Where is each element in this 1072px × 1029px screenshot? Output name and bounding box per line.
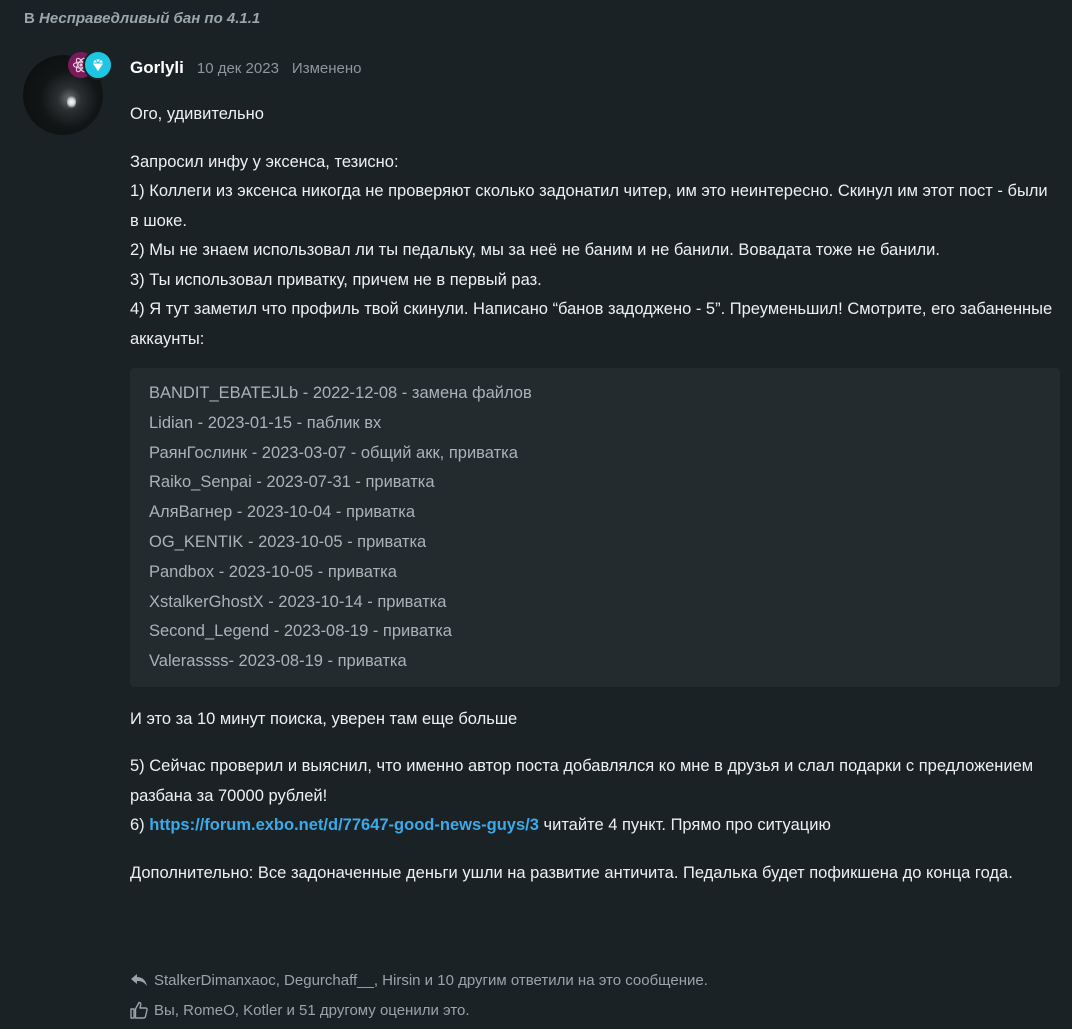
forum-link[interactable]: https://forum.exbo.net/d/77647-good-news… xyxy=(149,816,539,834)
post-body: Ого, удивительно Запросил инфу у эксенса… xyxy=(130,100,1060,888)
point-6-prefix: 6) xyxy=(130,816,145,835)
likes-text[interactable]: Вы, RomeO, Kotler и 51 другому оценили э… xyxy=(154,1002,470,1019)
point-5: 5) Сейчас проверил и выяснил, что именно… xyxy=(130,757,1034,805)
replies-text[interactable]: StalkerDimanxaoc, Degurchaff__, Hirsin и… xyxy=(154,972,708,989)
edited-label[interactable]: Изменено xyxy=(292,60,362,77)
likes-row[interactable]: Вы, RomeO, Kotler и 51 другому оценили э… xyxy=(130,995,708,1025)
point-6: 6) https://forum.exbo.net/d/77647-good-n… xyxy=(130,811,1060,841)
banned-account-line: Raiko_Senpai - 2023-07-31 - приватка xyxy=(149,473,435,492)
banned-account-line: Second_Legend - 2023-08-19 - приватка xyxy=(149,622,452,641)
post-footer: StalkerDimanxaoc, Degurchaff__, Hirsin и… xyxy=(130,965,708,1025)
banned-account-line: РаянГослинк - 2023-03-07 - общий акк, пр… xyxy=(149,443,518,462)
point-3: 3) Ты использовал приватку, причем не в … xyxy=(130,270,542,289)
banned-account-line: BANDIT_EBATEJLb - 2022-12-08 - замена фа… xyxy=(149,384,532,402)
banned-accounts-block: BANDIT_EBATEJLb - 2022-12-08 - замена фа… xyxy=(130,368,1060,687)
banned-account-line: Valerassss- 2023-08-19 - приватка xyxy=(149,652,407,671)
point-2: 2) Мы не знаем использовал ли ты педальк… xyxy=(130,241,940,259)
point-6-suffix: читайте 4 пункт. Прямо про ситуацию xyxy=(543,816,831,835)
diamond-badge-icon xyxy=(83,50,113,80)
replies-row[interactable]: StalkerDimanxaoc, Degurchaff__, Hirsin и… xyxy=(130,965,708,995)
thread-context: В Несправедливый бан по 4.1.1 xyxy=(24,10,260,27)
reply-icon xyxy=(131,974,147,986)
context-prefix: В xyxy=(24,10,35,27)
banned-account-line: OG_KENTIK - 2023-10-05 - приватка xyxy=(149,532,427,551)
thread-title-link[interactable]: Несправедливый бан по 4.1.1 xyxy=(39,10,260,27)
thumbs-up-icon xyxy=(130,1001,148,1019)
username[interactable]: Gorlyli xyxy=(130,58,184,78)
after-list-text: И это за 10 минут поиска, уверен там еще… xyxy=(130,709,518,728)
point-4: 4) Я тут заметил что профиль твой скинул… xyxy=(130,300,1053,348)
banned-account-line: XstalkerGhostX - 2023-10-14 - приватка xyxy=(149,592,447,611)
banned-account-line: Lidian - 2023-01-15 - паблик вх xyxy=(149,413,382,432)
point-1: 1) Коллеги из эксенса никогда не проверя… xyxy=(130,182,1048,230)
intro-text: Запросил инфу у эксенса, тезисно: xyxy=(130,152,399,171)
post-header: Gorlyli 10 дек 2023 Изменено xyxy=(130,58,361,78)
banned-account-line: АляВагнер - 2023-10-04 - приватка xyxy=(149,503,415,522)
greeting-text: Ого, удивительно xyxy=(130,105,264,123)
banned-account-line: Pandbox - 2023-10-05 - приватка xyxy=(149,562,397,581)
additional-text: Дополнительно: Все задоначенные деньги у… xyxy=(130,863,1013,882)
post-date[interactable]: 10 дек 2023 xyxy=(197,60,279,77)
